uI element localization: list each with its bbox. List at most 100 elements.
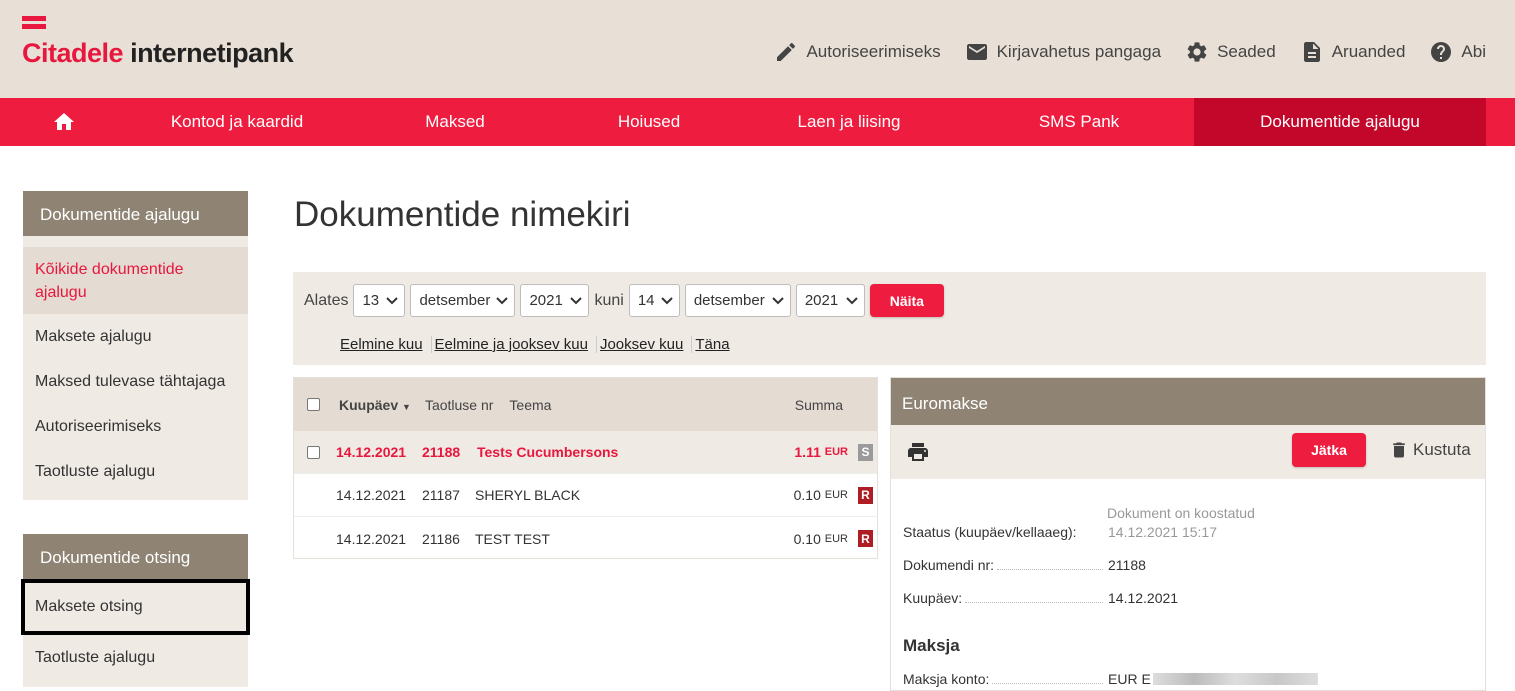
- delete-label: Kustuta: [1413, 440, 1471, 459]
- row-subject: Tests Cucumbersons: [477, 444, 619, 460]
- nav-deposits[interactable]: Hoiused: [564, 98, 734, 146]
- date-label: Kuupäev:: [903, 590, 963, 606]
- reports-link[interactable]: Aruanded: [1300, 40, 1405, 64]
- from-year-select[interactable]: 2021: [520, 284, 590, 317]
- home-icon: [54, 113, 74, 130]
- gear-icon: [1187, 42, 1207, 62]
- sidebar-item-applications-history[interactable]: Taotluste ajalugu: [23, 449, 248, 494]
- chevron-down-icon: [661, 296, 673, 304]
- from-month-value: detsember: [419, 292, 491, 309]
- row-date: 14.12.2021: [336, 444, 407, 460]
- sort-date-header[interactable]: Kuupäev ▼: [339, 397, 411, 413]
- sidebar-history-title: Dokumentide ajalugu: [23, 191, 248, 236]
- select-all-checkbox[interactable]: [307, 398, 320, 411]
- chevron-down-icon: [570, 296, 583, 304]
- table-row[interactable]: 14.12.2021 21187 SHERYL BLACK 0.10 EUR R: [294, 474, 877, 517]
- from-year-value: 2021: [529, 292, 563, 309]
- nav-loans[interactable]: Laen ja liising: [734, 98, 964, 146]
- table-row[interactable]: 14.12.2021 21188 Tests Cucumbersons 1.11…: [294, 431, 877, 474]
- from-day-select[interactable]: 13: [353, 284, 406, 317]
- row-currency: EUR: [824, 532, 848, 545]
- row-date: 14.12.2021: [336, 530, 407, 547]
- row-checkbox[interactable]: [307, 445, 320, 459]
- authorize-link-label: Autoriseerimiseks: [806, 42, 941, 61]
- nav-payments[interactable]: Maksed: [346, 98, 564, 146]
- quick-link-today[interactable]: Täna: [691, 336, 731, 353]
- row-amount: 1.11: [794, 444, 821, 460]
- sidebar-item-applications-search[interactable]: Taotluste ajalugu: [23, 635, 248, 680]
- doc-no-label: Dokumendi nr:: [903, 557, 995, 573]
- quick-link-previous-and-current-month[interactable]: Eelmine ja jooksev kuu: [430, 336, 590, 353]
- from-label: Alates: [304, 291, 349, 309]
- sidebar-search: Dokumentide otsing Maksete otsing Taotlu…: [21, 534, 250, 687]
- chevron-down-icon: [772, 296, 784, 304]
- table-row[interactable]: 14.12.2021 21186 TEST TEST 0.10 EUR R: [294, 517, 877, 560]
- sidebar-search-title: Dokumentide otsing: [23, 534, 248, 579]
- sidebar-item-authorize[interactable]: Autoriseerimiseks: [23, 404, 248, 449]
- settings-link[interactable]: Seaded: [1185, 40, 1276, 64]
- mail-icon: [966, 44, 987, 60]
- document-icon: [1303, 42, 1320, 62]
- sort-caret-icon: ▼: [402, 401, 411, 412]
- logo-product: internetipank: [130, 38, 294, 68]
- row-date: 14.12.2021: [336, 487, 407, 503]
- settings-link-label: Seaded: [1217, 42, 1276, 61]
- status-label: Staatus (kuupäev/kellaaeg):: [903, 524, 1077, 540]
- row-currency: EUR: [824, 489, 848, 501]
- logo-brand: Citadele: [22, 38, 124, 68]
- quick-date-links: Eelmine kuu Eelmine ja jooksev kuu Jooks…: [338, 336, 738, 353]
- nav-accounts[interactable]: Kontod ja kaardid: [128, 98, 346, 146]
- help-link[interactable]: Abi: [1429, 40, 1486, 64]
- nav-home[interactable]: [0, 98, 128, 146]
- to-day-select[interactable]: 14: [628, 284, 680, 317]
- chevron-down-icon: [846, 296, 858, 304]
- authorize-link[interactable]: Autoriseerimiseks: [774, 40, 941, 64]
- quick-link-current-month[interactable]: Jooksev kuu: [595, 336, 685, 353]
- doc-no-value: 21188: [1108, 557, 1146, 573]
- list-header: Kuupäev ▼ Taotluse nr Teema Summa: [294, 378, 877, 431]
- row-subject: SHERYL BLACK: [475, 487, 581, 503]
- document-detail: Euromakse Jätka Kustuta Dokument on koos…: [890, 377, 1486, 691]
- from-day-value: 13: [362, 292, 380, 309]
- messages-link[interactable]: Kirjavahetus pangaga: [965, 40, 1161, 64]
- date-column-label: Kuupäev: [339, 396, 399, 413]
- sidebar-item-all-documents[interactable]: Kõikide dokumentide ajalugu: [23, 247, 248, 314]
- messages-link-label: Kirjavahetus pangaga: [996, 42, 1162, 61]
- payer-heading: Maksja: [903, 636, 960, 655]
- to-month-select[interactable]: detsember: [684, 284, 791, 317]
- quick-link-previous-month[interactable]: Eelmine kuu: [338, 336, 425, 353]
- print-icon[interactable]: [905, 440, 931, 464]
- logo-mark-icon: [22, 16, 46, 34]
- nav-document-history[interactable]: Dokumentide ajalugu: [1194, 98, 1486, 146]
- pencil-icon: [777, 42, 796, 61]
- to-day-value: 14: [637, 292, 655, 309]
- app-no-column-label: Taotluse nr: [424, 396, 494, 413]
- sidebar-item-future-payments[interactable]: Maksed tulevase tähtajaga: [23, 359, 248, 404]
- nav-sms-bank[interactable]: SMS Pank: [964, 98, 1194, 146]
- sum-column-label: Summa: [794, 396, 843, 413]
- row-amount: 0.10: [793, 530, 821, 547]
- to-year-select[interactable]: 2021: [795, 284, 865, 317]
- from-month-select[interactable]: detsember: [410, 284, 516, 317]
- detail-toolbar: Jätka Kustuta: [891, 425, 1485, 479]
- chevron-down-icon: [386, 296, 399, 304]
- delete-button[interactable]: Kustuta: [1389, 439, 1471, 461]
- date-value: 14.12.2021: [1108, 590, 1179, 606]
- sidebar-item-payments-history[interactable]: Maksete ajalugu: [23, 314, 248, 359]
- top-links: Autoriseerimiseks Kirjavahetus pangaga S…: [750, 40, 1486, 64]
- page-title: Dokumentide nimekiri: [294, 195, 631, 234]
- to-year-value: 2021: [804, 292, 839, 309]
- chevron-down-icon: [496, 296, 509, 304]
- row-currency: EUR: [824, 446, 848, 458]
- payer-account-label: Maksja konto:: [903, 671, 990, 687]
- sidebar-item-payment-search[interactable]: Maksete otsing: [21, 579, 250, 635]
- document-list: Kuupäev ▼ Taotluse nr Teema Summa 14.12.…: [293, 377, 878, 559]
- subject-column-label: Teema: [509, 396, 552, 413]
- status-value: Dokument on koostatud: [1107, 505, 1255, 521]
- sidebar-history: Dokumentide ajalugu Kõikide dokumentide …: [23, 191, 248, 500]
- continue-button[interactable]: Jätka: [1292, 433, 1366, 467]
- redacted-block: [1152, 673, 1318, 685]
- show-button[interactable]: Näita: [869, 284, 944, 317]
- help-link-label: Abi: [1461, 42, 1486, 61]
- row-number: 21187: [422, 487, 460, 503]
